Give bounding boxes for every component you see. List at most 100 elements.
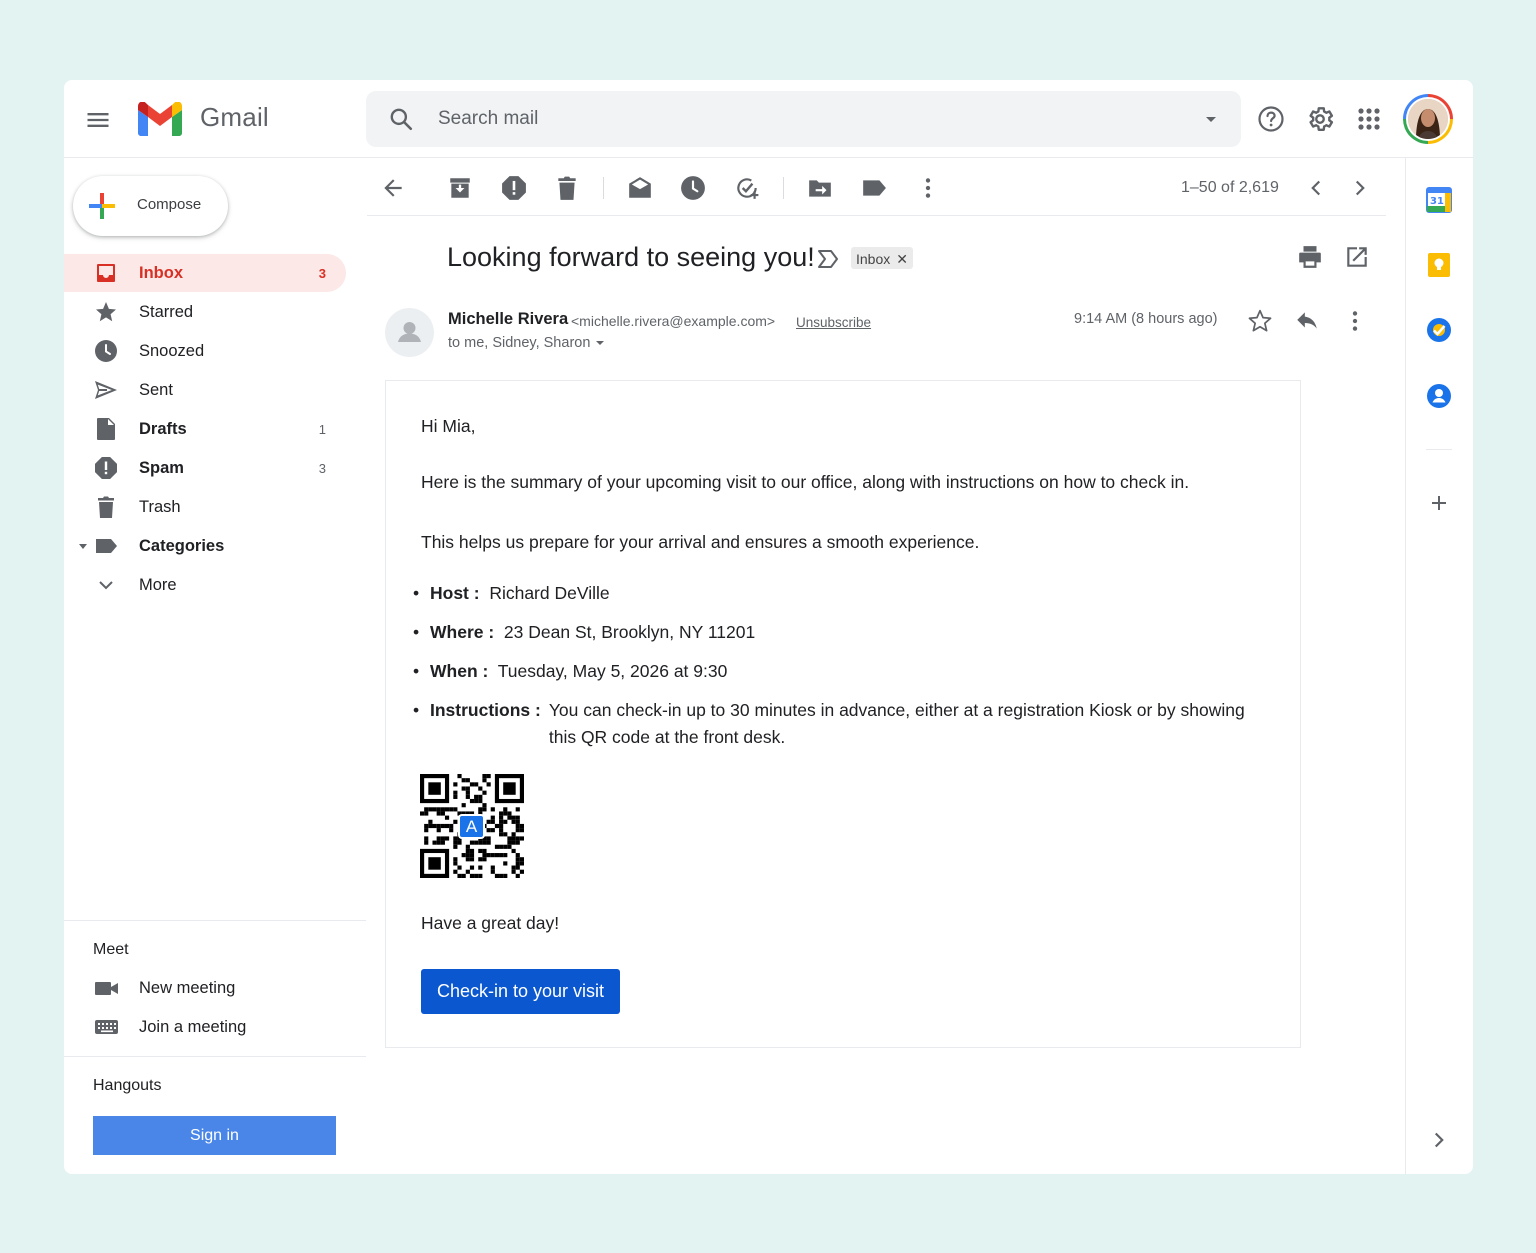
importance-marker-icon[interactable] [817, 249, 839, 269]
toolbar-separator [783, 177, 784, 199]
help-icon[interactable] [1256, 104, 1286, 134]
message-more-vert-icon[interactable] [1342, 308, 1368, 334]
sidebar-item-label: Categories [139, 537, 225, 555]
reply-icon[interactable] [1294, 308, 1320, 334]
new-meeting-label: New meeting [139, 979, 236, 997]
detail-value: Tuesday, May 5, 2026 at 9:30 [497, 661, 728, 681]
search-icon[interactable] [388, 106, 414, 132]
email-body-card: Hi Mia, Here is the summary of your upco… [385, 380, 1301, 1048]
sender-avatar [385, 308, 434, 357]
sidebar-item-label: More [139, 576, 177, 594]
open-in-new-window-icon[interactable] [1344, 244, 1370, 270]
email-subject: Looking forward to seeing you! [447, 242, 815, 272]
sidebar-item-starred[interactable]: Starred [64, 293, 346, 331]
detail-value: 23 Dean St, Brooklyn, NY 11201 [503, 622, 756, 642]
print-icon[interactable] [1297, 244, 1323, 270]
trash-icon [94, 495, 118, 519]
inbox-icon [94, 261, 118, 285]
expand-panel-chevron-icon[interactable] [1426, 1127, 1452, 1153]
add-to-tasks-icon[interactable] [734, 175, 760, 201]
expand-caret-icon[interactable] [77, 540, 89, 552]
sidebar-item-categories[interactable]: Categories [64, 527, 346, 565]
chevron-right-icon[interactable] [1347, 175, 1373, 201]
report-spam-icon[interactable] [501, 175, 527, 201]
email-greeting: Hi Mia, [421, 416, 476, 436]
remove-label-icon[interactable]: ✕ [896, 251, 908, 268]
add-addon-plus-icon[interactable] [1426, 490, 1452, 516]
unread-count: 3 [318, 266, 326, 281]
apps-grid-icon[interactable] [1354, 104, 1384, 134]
sidebar-item-more[interactable]: More [64, 566, 346, 604]
email-signoff: Have a great day! [421, 913, 560, 933]
sender-name: Michelle Rivera [448, 310, 569, 328]
detail-key: Where : [430, 622, 495, 642]
divider [64, 1056, 366, 1057]
detail-key: When : [430, 661, 489, 681]
compose-label: Compose [137, 196, 202, 213]
contacts-icon[interactable] [1426, 383, 1452, 409]
back-arrow-icon[interactable] [380, 175, 406, 201]
sidebar-item-label: Inbox [139, 264, 183, 282]
label-icon[interactable] [861, 175, 887, 201]
sidebar-item-label: Trash [139, 498, 181, 516]
svg-text:31: 31 [1430, 196, 1444, 207]
new-meeting-link[interactable]: New meeting [64, 970, 364, 1006]
main-menu-icon[interactable] [84, 106, 112, 134]
mark-unread-icon[interactable] [627, 175, 653, 201]
join-meeting-label: Join a meeting [139, 1018, 247, 1036]
email-paragraph: This helps us prepare for your arrival a… [421, 532, 980, 552]
sidebar-item-trash[interactable]: Trash [64, 488, 346, 526]
move-to-folder-icon[interactable] [807, 175, 833, 201]
sidebar-item-label: Spam [139, 459, 184, 477]
chevron-left-icon[interactable] [1303, 175, 1329, 201]
email-paragraph: Here is the summary of your upcoming vis… [421, 472, 1190, 492]
search-bar [366, 91, 1241, 147]
keyboard-icon [94, 1017, 120, 1037]
divider [367, 215, 1386, 216]
delete-trash-icon[interactable] [554, 175, 580, 201]
sidebar-item-snoozed[interactable]: Snoozed [64, 332, 346, 370]
detail-key: Host : [430, 583, 480, 603]
join-meeting-link[interactable]: Join a meeting [64, 1009, 364, 1045]
compose-plus-icon [87, 191, 117, 221]
recipients-details[interactable]: to me, Sidney, Sharon [448, 335, 606, 351]
keep-notes-icon[interactable] [1426, 252, 1452, 278]
send-icon [94, 378, 118, 402]
tasks-icon[interactable] [1426, 317, 1452, 343]
sidebar-item-spam[interactable]: Spam 3 [64, 449, 346, 487]
divider [64, 920, 366, 921]
spam-count: 3 [318, 461, 326, 476]
draft-count: 1 [318, 422, 326, 437]
search-input[interactable] [438, 103, 1138, 135]
hangouts-sign-in-button[interactable]: Sign in [93, 1116, 336, 1155]
sender-email: <michelle.rivera@example.com> [571, 313, 776, 329]
detail-value: Richard DeVille [489, 583, 610, 603]
gmail-logo-icon [138, 102, 182, 136]
caret-down-icon [594, 337, 606, 349]
calendar-icon[interactable]: 31 [1426, 187, 1452, 213]
search-options-caret-icon[interactable] [1203, 111, 1219, 127]
hangouts-section-title: Hangouts [93, 1077, 162, 1094]
star-outline-icon[interactable] [1247, 308, 1273, 334]
email-timestamp: 9:14 AM (8 hours ago) [1074, 311, 1218, 327]
sidebar-item-sent[interactable]: Sent [64, 371, 346, 409]
check-in-button[interactable]: Check-in to your visit [421, 969, 621, 1014]
unsubscribe-link[interactable]: Unsubscribe [796, 315, 871, 330]
spam-report-icon [94, 456, 118, 480]
clock-icon [94, 339, 118, 363]
detail-where: Where : 23 Dean St, Brooklyn, NY 11201 [413, 619, 756, 646]
sidebar-item-drafts[interactable]: Drafts 1 [64, 410, 346, 448]
archive-icon[interactable] [447, 175, 473, 201]
compose-button[interactable]: Compose [73, 176, 228, 236]
qr-center-badge: A [458, 814, 485, 839]
qr-code-image: A [420, 774, 524, 878]
detail-value: You can check-in up to 30 minutes in adv… [548, 700, 1245, 748]
detail-host: Host : Richard DeVille [413, 580, 610, 607]
sidebar-item-inbox[interactable]: Inbox 3 [64, 254, 346, 292]
account-avatar[interactable] [1403, 94, 1453, 144]
meet-section-title: Meet [93, 941, 129, 958]
snooze-clock-icon[interactable] [680, 175, 706, 201]
settings-gear-icon[interactable] [1305, 104, 1335, 134]
more-vert-icon[interactable] [915, 175, 941, 201]
toolbar-separator [603, 177, 604, 199]
